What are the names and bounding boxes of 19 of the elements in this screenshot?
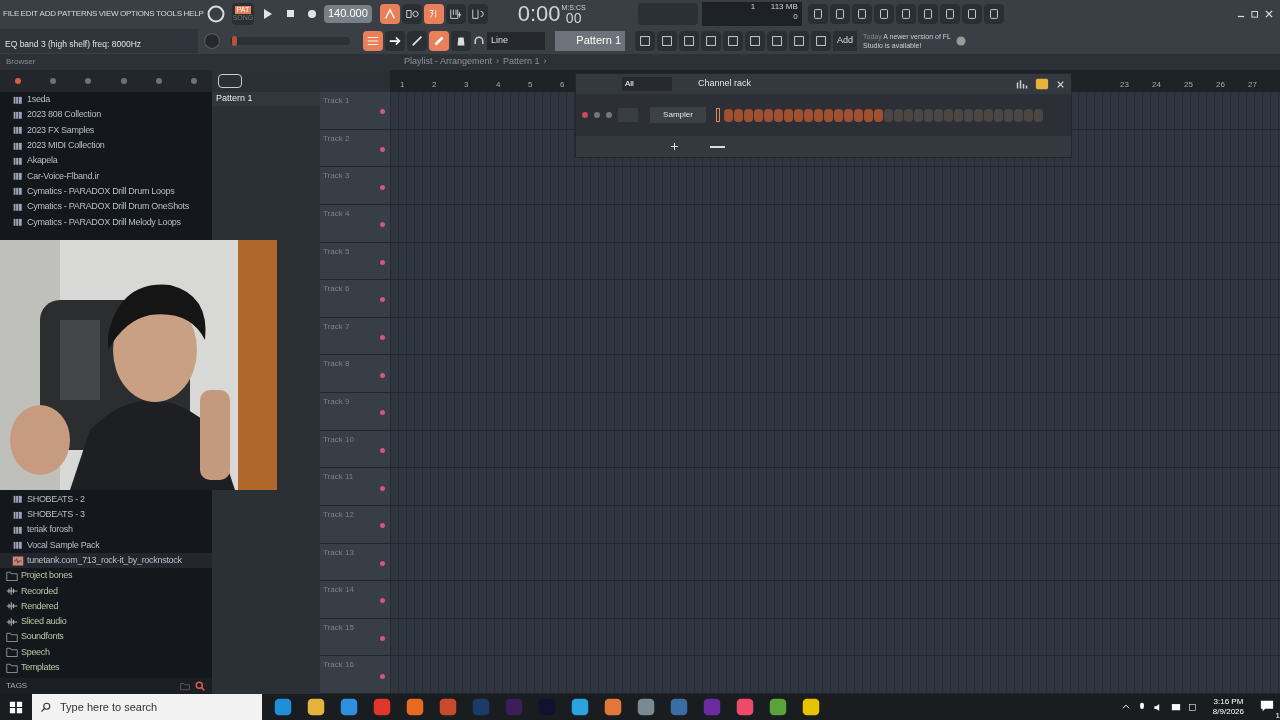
- tags-label: TAGS: [6, 680, 28, 692]
- bar-number: 25: [1184, 79, 1194, 91]
- bar-number: 23: [1120, 79, 1130, 91]
- bar-number: 24: [1152, 79, 1162, 91]
- bar-number: 3: [464, 79, 470, 91]
- channel-rack-title: Channel rack: [698, 77, 752, 91]
- bar-number: 5: [528, 79, 534, 91]
- notification-count: 1: [1274, 711, 1280, 720]
- breadcrumb-separator: ›: [543, 55, 547, 69]
- breadcrumb-separator: ›: [496, 55, 500, 69]
- hint-bar: EQ band 3 (high shelf) freq: 8000Hz: [0, 28, 198, 53]
- bar-number: 27: [1248, 79, 1258, 91]
- bar-number: 6: [560, 79, 566, 91]
- bar-number: 26: [1216, 79, 1226, 91]
- bar-number: 1: [400, 79, 406, 91]
- bar-number: 4: [496, 79, 502, 91]
- bar-number: 2: [432, 79, 438, 91]
- browser-title: Browser: [6, 56, 36, 68]
- monitor-display: 1 113 MB 0: [701, 1, 802, 26]
